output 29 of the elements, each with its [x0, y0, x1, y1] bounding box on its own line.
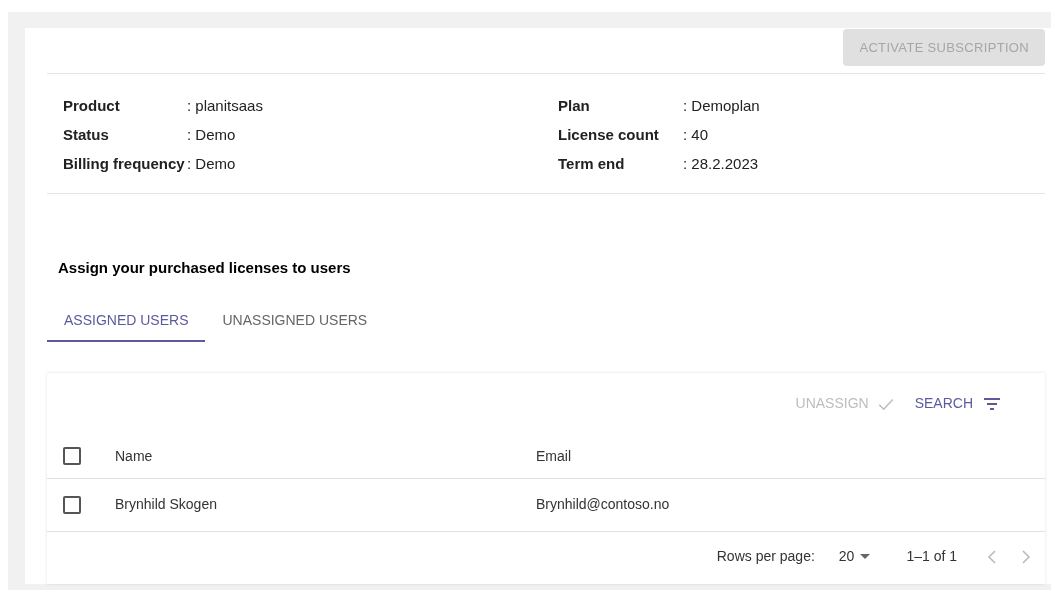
- filter-icon: [983, 396, 1001, 411]
- detail-label: Plan: [558, 96, 591, 116]
- checkbox[interactable]: [63, 447, 81, 465]
- detail-value: : Demoplan: [683, 96, 760, 116]
- detail-label: Term end: [558, 154, 626, 174]
- chevron-left-icon: [987, 549, 997, 564]
- chevron-right-icon: [1021, 549, 1031, 564]
- detail-value: : planitsaas: [187, 96, 263, 116]
- detail-value: : Demo: [187, 154, 236, 174]
- detail-value: : 28.2.2023: [683, 154, 759, 174]
- column-header: Name: [115, 446, 154, 466]
- column-header: Email: [536, 446, 571, 466]
- page-range: 1–1 of 1: [906, 547, 957, 566]
- table-cell-text: Brynhild Skogen: [115, 495, 218, 514]
- dropdown-icon: [860, 554, 871, 559]
- detail-label: Product: [63, 96, 121, 116]
- table-cell-text: Brynhild@contoso.no: [536, 495, 670, 514]
- tab[interactable]: UNASSIGNED USERS: [205, 300, 385, 342]
- detail-label: Status: [63, 125, 110, 145]
- rows-per-page-select[interactable]: 20: [838, 546, 871, 567]
- checkbox[interactable]: [63, 495, 81, 514]
- section-title: Assign your purchased licenses to users: [58, 258, 352, 278]
- detail-value: : Demo: [187, 125, 236, 145]
- detail-label: License count: [558, 125, 660, 145]
- search-button[interactable]: SEARCH: [914, 393, 1001, 414]
- detail-value: : 40: [683, 125, 709, 145]
- detail-label: Billing frequency: [63, 154, 186, 174]
- rows-per-page-label: Rows per page:: [716, 547, 815, 566]
- tab[interactable]: ASSIGNED USERS: [47, 300, 206, 342]
